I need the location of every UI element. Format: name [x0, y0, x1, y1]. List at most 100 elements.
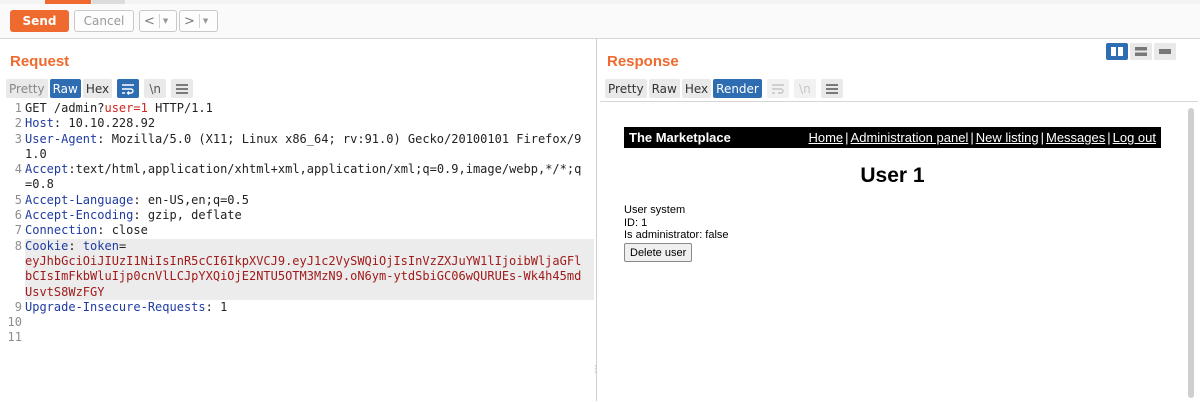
request-line: 11 — [2, 330, 594, 345]
request-line: 3 User-Agent: Mozilla/5.0 (X11; Linux x86… — [2, 132, 594, 163]
user-info: User system ID: 1 Is administrator: fals… — [624, 204, 729, 242]
header-value: gzip, deflate — [147, 208, 242, 223]
forward-arrow-icon[interactable]: > — [180, 14, 199, 29]
header-separator: : — [97, 131, 112, 146]
response-panel: Response Pretty Raw Hex Render \n The Ma… — [598, 39, 1200, 402]
request-title: Request — [10, 53, 70, 70]
nav-link-logout[interactable]: Log out — [1113, 130, 1156, 145]
history-forward-group[interactable]: > ▼ — [179, 10, 218, 32]
repeater-toolbar: Send Cancel < ▼ > ▼ — [0, 4, 1200, 39]
line-text — [25, 330, 594, 345]
line-text — [25, 315, 594, 330]
line-number: 8 — [14, 238, 22, 253]
nav-link-home[interactable]: Home — [808, 130, 843, 145]
header-separator: : — [205, 299, 221, 314]
nav-link-admin-panel[interactable]: Administration panel — [851, 130, 969, 145]
request-line: 8 Cookie: token= eyJhbGciOiJIUzI1NiIsInR5c… — [2, 238, 594, 300]
header-value: close — [111, 223, 148, 238]
request-panel: Request Pretty Raw Hex \n 1 GET /admin?us… — [0, 39, 597, 401]
header-name: Cookie — [25, 238, 69, 253]
cookie-equals: = — [118, 238, 127, 253]
response-tab-render[interactable]: Render — [713, 79, 762, 98]
user-heading: User 1 — [860, 164, 925, 187]
line-text: Cookie: token= eyJhbGciOiJIUzI1NiIsInR5cC… — [25, 238, 594, 300]
back-arrow-icon[interactable]: < — [140, 14, 159, 29]
vertical-scrollbar[interactable] — [1188, 108, 1194, 398]
line-number: 11 — [7, 330, 22, 345]
request-line: 6 Accept-Encoding: gzip, deflate — [2, 208, 594, 223]
line-text: Accept-Language: en-US,en;q=0.5 — [25, 193, 594, 208]
header-name: Host — [25, 116, 54, 131]
site-navbar: The Marketplace Home | Administration pane… — [624, 127, 1161, 148]
request-line: 5 Accept-Language: en-US,en;q=0.5 — [2, 193, 594, 208]
header-separator: : — [133, 192, 148, 207]
cancel-button[interactable]: Cancel — [74, 10, 134, 32]
cookie-value: eyJhbGciOiJIUzI1NiIsInR5cCI6IkpXVCJ9.eyJ… — [25, 253, 582, 299]
response-tab-hex[interactable]: Hex — [681, 79, 712, 98]
line-text: Accept-Encoding: gzip, deflate — [25, 208, 594, 223]
request-line: 7 Connection: close — [2, 223, 594, 238]
http-version: HTTP/1.1 — [147, 101, 213, 115]
split-horizontal-icon[interactable] — [1106, 43, 1128, 60]
header-value: en-US,en;q=0.5 — [147, 192, 249, 207]
header-separator: : — [53, 116, 69, 131]
header-separator: : — [133, 208, 148, 223]
request-editor[interactable]: 1 GET /admin?user=1 HTTP/1.1 2 Host: 10.10.… — [2, 101, 594, 401]
line-number: 2 — [14, 116, 22, 131]
rendered-page: The Marketplace Home | Administration pane… — [600, 101, 1198, 402]
response-tab-pretty[interactable]: Pretty — [605, 79, 647, 98]
line-number: 9 — [14, 299, 22, 314]
request-line: 9 Upgrade-Insecure-Requests: 1 — [2, 300, 594, 315]
split-vertical-icon[interactable] — [1130, 43, 1152, 60]
header-value: 1 — [220, 299, 228, 314]
wrap-lines-icon[interactable] — [117, 79, 140, 98]
line-text: User-Agent: Mozilla/5.0 (X11; Linux x86_… — [25, 132, 594, 163]
line-number: 6 — [14, 208, 22, 223]
layout-toggle-group — [1106, 43, 1176, 60]
response-title: Response — [607, 53, 679, 70]
header-separator: : — [97, 223, 112, 238]
request-line: 4 Accept:text/html,application/xhtml+xml,… — [2, 162, 594, 193]
request-tab-hex[interactable]: Hex — [82, 79, 113, 98]
user-info-line: Is administrator: false — [624, 229, 729, 241]
line-number: 7 — [14, 223, 22, 238]
header-separator: : — [68, 238, 83, 253]
request-tab-raw[interactable]: Raw — [49, 79, 81, 98]
header-value: 10.10.228.92 — [68, 116, 156, 131]
request-tab-pretty[interactable]: Pretty — [6, 79, 48, 98]
nav-link-new-listing[interactable]: New listing — [976, 130, 1039, 145]
line-number: 10 — [7, 315, 22, 330]
newline-icon: \n — [793, 79, 816, 98]
nav-link-messages[interactable]: Messages — [1046, 130, 1105, 145]
line-number: 5 — [14, 192, 22, 207]
history-back-group[interactable]: < ▼ — [139, 10, 177, 32]
request-path: GET /admin? — [25, 101, 105, 115]
send-button[interactable]: Send — [10, 10, 69, 32]
request-line: 1 GET /admin?user=1 HTTP/1.1 — [2, 101, 594, 116]
header-separator: : — [68, 162, 76, 177]
panel-splitter-handle[interactable]: · · · — [594, 363, 597, 377]
request-line: 10 — [2, 315, 594, 330]
site-nav-links: Home | Administration panel | New listing | Me… — [808, 130, 1156, 145]
header-name: Accept-Language — [25, 192, 134, 207]
user-info-line: User system — [624, 204, 686, 216]
newline-icon[interactable]: \n — [144, 79, 167, 98]
tabs-layout-icon[interactable] — [1154, 43, 1176, 60]
line-text: Connection: close — [25, 223, 594, 238]
line-text: Accept:text/html,application/xhtml+xml,a… — [25, 162, 594, 193]
forward-dropdown-icon[interactable]: ▼ — [198, 14, 211, 28]
header-name: Connection — [25, 223, 98, 238]
menu-icon[interactable] — [820, 79, 843, 98]
response-tab-raw[interactable]: Raw — [648, 79, 680, 98]
delete-user-button[interactable]: Delete user — [624, 243, 693, 262]
header-value: text/html,application/xhtml+xml,applicat… — [25, 162, 582, 192]
menu-icon[interactable] — [171, 79, 194, 98]
query-param-value: 1 — [140, 101, 148, 115]
header-name: Upgrade-Insecure-Requests — [25, 299, 206, 314]
wrap-lines-icon — [766, 79, 789, 98]
back-dropdown-icon[interactable]: ▼ — [158, 14, 171, 28]
line-number: 1 — [14, 101, 22, 115]
cookie-name: token — [82, 238, 119, 253]
user-info-line: ID: 1 — [624, 216, 648, 229]
line-text: Upgrade-Insecure-Requests: 1 — [25, 300, 594, 315]
